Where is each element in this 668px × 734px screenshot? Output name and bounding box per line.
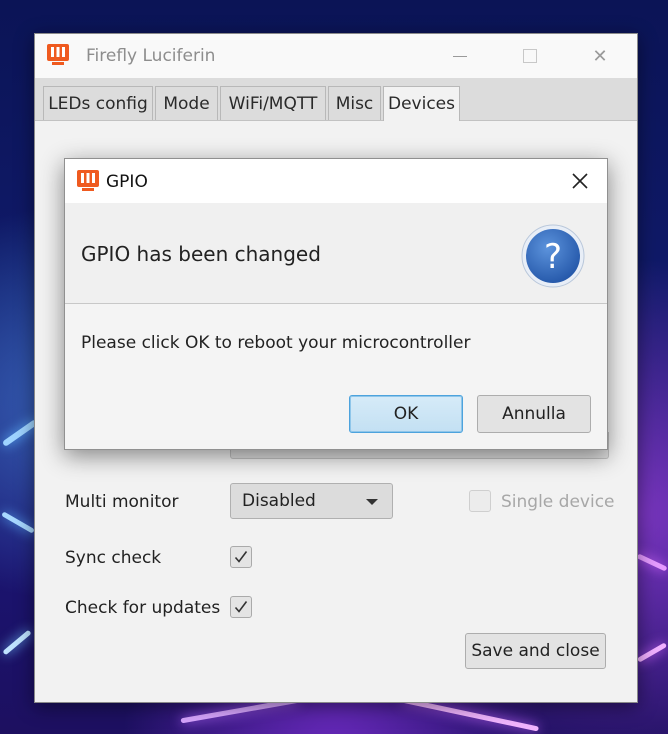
checkmark-icon <box>234 601 248 613</box>
dialog-close-button[interactable] <box>565 167 595 195</box>
close-icon <box>572 173 588 189</box>
dialog-title-bar[interactable]: GPIO <box>65 159 607 203</box>
tab-leds-config[interactable]: LEDs config <box>43 86 153 120</box>
dialog-header: GPIO has been changed ? <box>65 203 607 304</box>
chevron-down-icon <box>366 499 378 505</box>
wallpaper-streak <box>2 629 32 656</box>
checkmark-icon <box>234 551 248 563</box>
wallpaper-streak <box>636 642 668 663</box>
check-updates-label: Check for updates <box>65 598 221 618</box>
sync-check-checkbox[interactable] <box>230 546 252 568</box>
dialog-content-text: Please click OK to reboot your microcont… <box>81 333 471 353</box>
sync-check-label: Sync check <box>65 548 162 568</box>
app-logo-icon <box>47 44 69 65</box>
single-device-checkbox[interactable] <box>469 490 491 512</box>
question-icon: ? <box>521 224 585 288</box>
tab-misc[interactable]: Misc <box>328 86 381 120</box>
title-bar[interactable]: Firefly Luciferin ✕ <box>35 34 637 78</box>
close-icon: ✕ <box>592 45 608 67</box>
maximize-button[interactable] <box>510 42 550 70</box>
svg-text:?: ? <box>544 237 562 277</box>
window-title: Firefly Luciferin <box>86 46 216 66</box>
multi-monitor-select[interactable]: Disabled <box>230 483 393 519</box>
multi-monitor-value: Disabled <box>242 491 316 511</box>
wallpaper-streak <box>1 419 39 447</box>
wallpaper-streak <box>636 553 668 572</box>
ok-button[interactable]: OK <box>349 395 463 433</box>
minimize-icon <box>453 55 467 57</box>
dialog-header-text: GPIO has been changed <box>81 242 321 266</box>
wallpaper-streak <box>1 511 35 534</box>
multi-monitor-label: Multi monitor <box>65 492 179 512</box>
single-device-label: Single device <box>501 492 615 512</box>
save-and-close-button[interactable]: Save and close <box>465 633 606 669</box>
tab-bar: LEDs config Mode WiFi/MQTT Misc Devices <box>35 78 637 121</box>
maximize-icon <box>523 49 537 63</box>
cancel-button[interactable]: Annulla <box>477 395 591 433</box>
minimize-button[interactable] <box>440 42 480 70</box>
tab-devices[interactable]: Devices <box>383 86 460 121</box>
app-logo-icon <box>77 170 99 191</box>
tab-wifi-mqtt[interactable]: WiFi/MQTT <box>220 86 326 120</box>
close-button[interactable]: ✕ <box>580 42 620 70</box>
check-updates-checkbox[interactable] <box>230 596 252 618</box>
tab-mode[interactable]: Mode <box>155 86 218 120</box>
dialog-title: GPIO <box>106 172 148 192</box>
gpio-dialog: GPIO GPIO has been changed ? Please clic… <box>64 158 608 450</box>
